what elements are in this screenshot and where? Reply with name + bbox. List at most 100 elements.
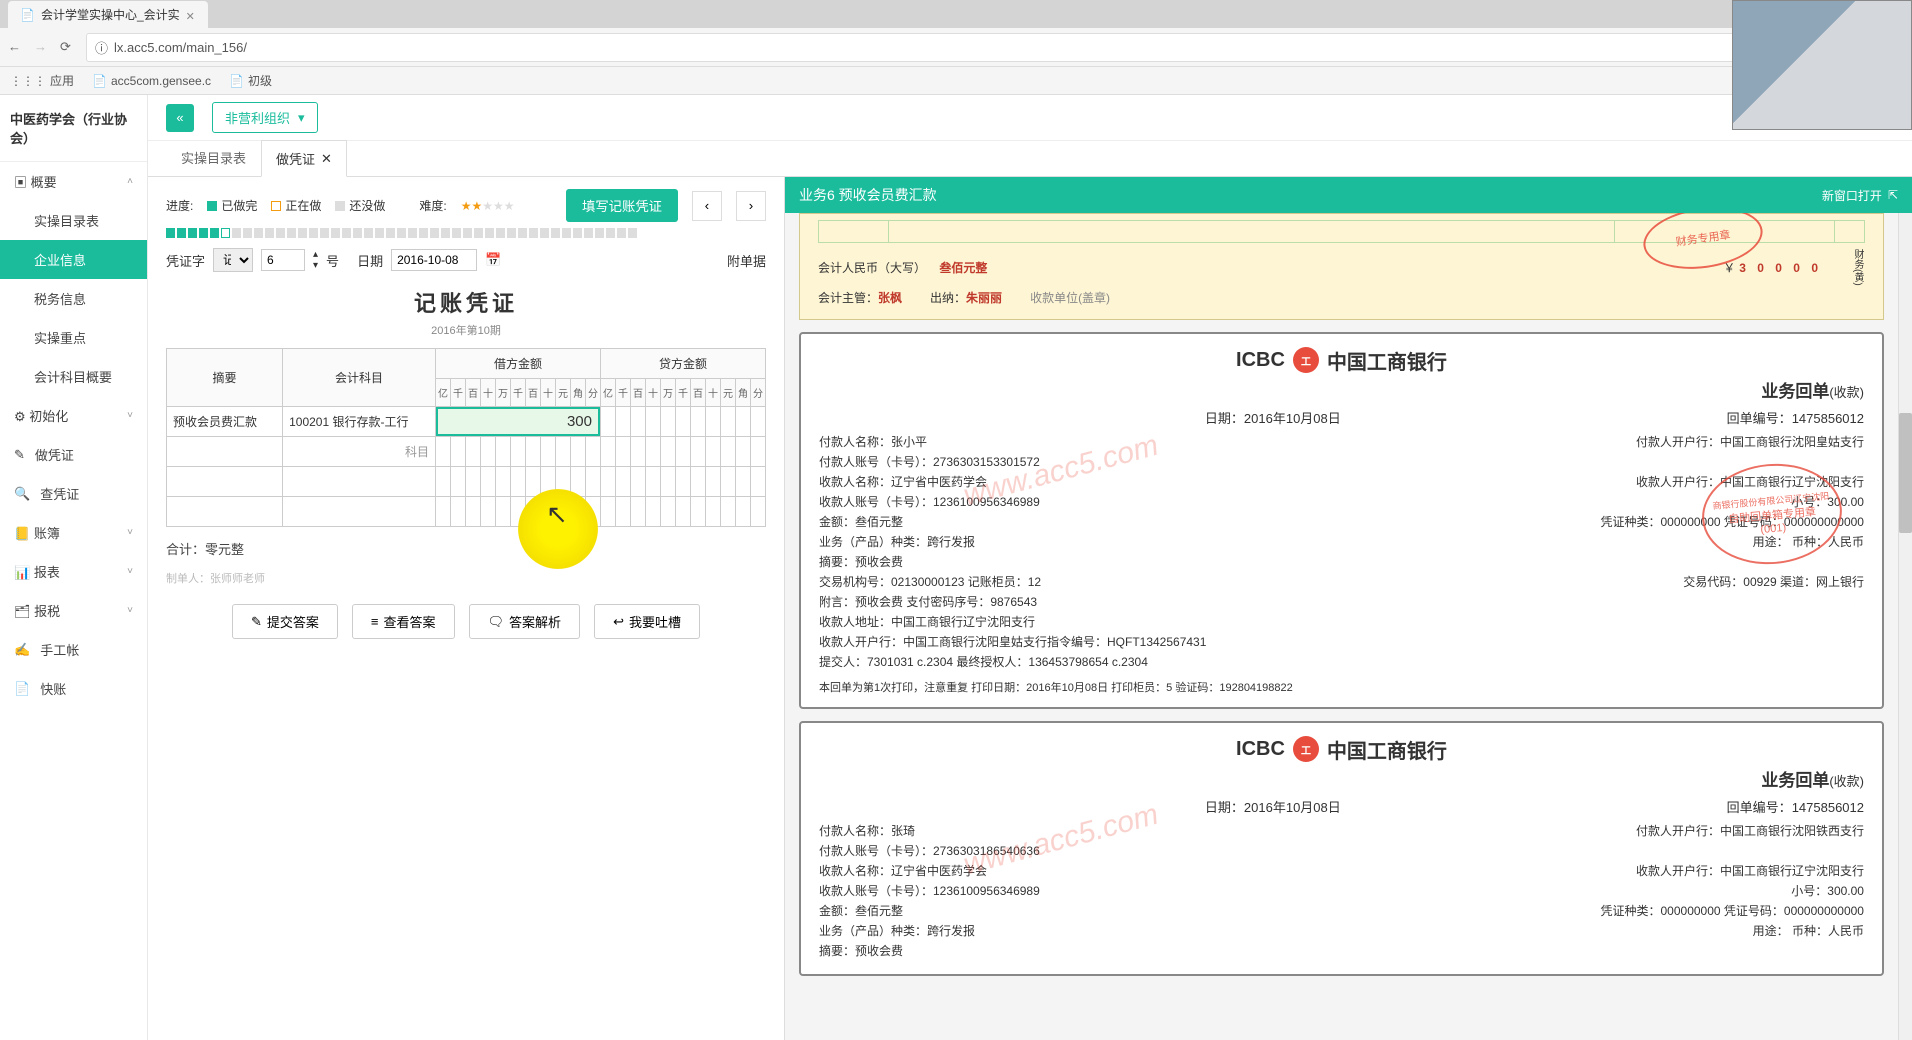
calendar-icon[interactable]: 📅 — [485, 252, 501, 268]
bookmark-1[interactable]: 📄 acc5com.gensee.c — [92, 74, 211, 88]
content-area: « 非营利组织▾ 张师师老师 (SVIP会员) 实操目录表 做凭证✕ 进度: 已… — [148, 95, 1912, 1040]
sidebar: 中医药学会（行业协会） ▣ 概要˄ 实操目录表 企业信息 税务信息 实操重点 会… — [0, 95, 148, 1040]
tab-title: 会计学堂实操中心_会计实 — [41, 6, 180, 23]
voucher-word-label: 凭证字 — [166, 251, 205, 270]
th-subject: 会计科目 — [283, 349, 436, 407]
sidebar-item-catalog[interactable]: 实操目录表 — [0, 201, 147, 240]
progress-bar[interactable] — [166, 228, 766, 238]
voucher-title: 记账凭证 — [166, 286, 766, 318]
date-label: 日期 — [357, 251, 383, 270]
legend-doing: 正在做 — [271, 197, 321, 214]
legend-todo: 还没做 — [335, 197, 385, 214]
main-app: 中医药学会（行业协会） ▣ 概要˄ 实操目录表 企业信息 税务信息 实操重点 会… — [0, 95, 1912, 1040]
difficulty-label: 难度: — [419, 197, 446, 214]
subject-cell[interactable]: 100201 银行存款-工行 — [283, 407, 436, 437]
icbc-logo-icon: 工 — [1293, 347, 1319, 373]
sidebar-item-overview[interactable]: ▣ 概要˄ — [0, 162, 147, 201]
voucher-row[interactable] — [167, 467, 766, 497]
num-suffix: 号 — [326, 251, 339, 270]
page-icon: 📄 — [20, 8, 35, 22]
webcam-overlay — [1732, 0, 1912, 130]
url-bar[interactable]: ⓘ lx.acc5.com/main_156/ — [86, 33, 1904, 62]
doc-title: 业务6 预收会员费汇款 — [799, 185, 937, 205]
org-type-dropdown[interactable]: 非营利组织▾ — [212, 102, 318, 133]
sidebar-item-manual[interactable]: ✍ 手工帐 — [0, 630, 147, 669]
difficulty-stars: ★★★★★ — [461, 199, 515, 213]
th-credit: 贷方金额 — [600, 349, 765, 379]
sidebar-title: 中医药学会（行业协会） — [0, 95, 147, 162]
sidebar-item-books[interactable]: 📒 账簿˅ — [0, 513, 147, 552]
analysis-button[interactable]: 🗨 答案解析 — [469, 604, 581, 639]
reload-icon[interactable]: ⟳ — [60, 39, 76, 55]
doc-scroll[interactable]: 会计人民币（大写） 叁佰元整 ￥3 0 0 0 0 财务(黄) 会计主管：张枫 … — [785, 213, 1898, 1040]
th-debit: 借方金额 — [435, 349, 600, 379]
voucher-panel: 进度: 已做完 正在做 还没做 难度: ★★★★★ 填写记账凭证 ‹ › 凭证字 — [148, 177, 784, 1040]
sidebar-item-init[interactable]: ⚙ 初始化˅ — [0, 396, 147, 435]
scrollbar-thumb[interactable] — [1899, 413, 1912, 533]
sidebar-item-reports[interactable]: 📊 报表˅ — [0, 552, 147, 591]
sidebar-item-company-info[interactable]: 企业信息 — [0, 240, 147, 279]
sidebar-item-make-voucher[interactable]: ✎ 做凭证 — [0, 435, 147, 474]
sidebar-item-search-voucher[interactable]: 🔍 查凭证 — [0, 474, 147, 513]
chevron-down-icon: ▾ — [298, 110, 305, 126]
top-bar: « 非营利组织▾ 张师师老师 (SVIP会员) — [148, 95, 1912, 141]
feedback-button[interactable]: ↩ 我要吐槽 — [594, 604, 700, 639]
voucher-row[interactable]: 科目 — [167, 437, 766, 467]
progress-label: 进度: — [166, 197, 193, 214]
browser-tab[interactable]: 📄 会计学堂实操中心_会计实 ✕ — [8, 1, 208, 28]
voucher-date-input[interactable] — [391, 249, 477, 271]
th-summary: 摘要 — [167, 349, 283, 407]
voucher-row[interactable] — [167, 497, 766, 527]
submit-button[interactable]: ✎ 提交答案 — [232, 604, 338, 639]
icbc-logo-icon: 工 — [1293, 736, 1319, 762]
voucher-period: 2016年第10期 — [166, 322, 766, 338]
bookmark-bar: ⋮⋮⋮ 应用 📄 acc5com.gensee.c 📄 初级 — [0, 67, 1912, 95]
nav-bar: ← → ⟳ ⓘ lx.acc5.com/main_156/ — [0, 28, 1912, 67]
tab-bar: 📄 会计学堂实操中心_会计实 ✕ — [0, 0, 1912, 28]
voucher-controls: 凭证字 记 ▴▾ 号 日期 📅 附单据 — [166, 248, 766, 272]
sidebar-item-quick[interactable]: 📄 快账 — [0, 669, 147, 708]
preparer: 制单人：张师师老师 — [166, 570, 766, 586]
tab-catalog[interactable]: 实操目录表 — [166, 139, 261, 176]
new-window-button[interactable]: 新窗口打开 ⇱ — [1822, 187, 1898, 204]
action-buttons: ✎ 提交答案 ≡ 查看答案 🗨 答案解析 ↩ 我要吐槽 — [166, 604, 766, 639]
side-label: 财务(黄) — [1850, 249, 1865, 286]
voucher-word-select[interactable]: 记 — [213, 248, 253, 272]
sidebar-item-keypoints[interactable]: 实操重点 — [0, 318, 147, 357]
next-button[interactable]: › — [736, 191, 766, 221]
voucher-num-input[interactable] — [261, 249, 305, 271]
prev-button[interactable]: ‹ — [692, 191, 722, 221]
apps-shortcut[interactable]: ⋮⋮⋮ 应用 — [10, 72, 74, 89]
chevron-up-icon: ˄ — [127, 176, 133, 187]
back-icon[interactable]: ← — [8, 39, 24, 55]
num-down[interactable]: ▾ — [313, 260, 318, 271]
debit-amount-input[interactable]: 300 — [436, 407, 600, 436]
legend-done: 已做完 — [207, 197, 257, 214]
summary-cell[interactable]: 预收会员费汇款 — [167, 407, 283, 437]
sidebar-item-tax[interactable]: 🗂 报税˅ — [0, 591, 147, 630]
subject-hint[interactable]: 科目 — [283, 437, 436, 467]
close-icon[interactable]: ✕ — [186, 10, 196, 20]
sidebar-toggle-button[interactable]: « — [166, 104, 194, 132]
document-panel: 业务6 预收会员费汇款 新窗口打开 ⇱ 会计人民币（大写） 叁佰元整 ￥3 0 … — [784, 177, 1912, 1040]
tab-strip: 实操目录表 做凭证✕ — [148, 141, 1912, 177]
voucher-table: 摘要 会计科目 借方金额 贷方金额 亿千百十万千百十元角分 亿千百十万千百十元角… — [166, 348, 766, 527]
view-answer-button[interactable]: ≡ 查看答案 — [352, 604, 455, 639]
close-icon[interactable]: ✕ — [321, 151, 332, 167]
tab-voucher[interactable]: 做凭证✕ — [261, 140, 347, 177]
chevron-down-icon: ˅ — [127, 527, 133, 538]
sidebar-item-subjects[interactable]: 会计科目概要 — [0, 357, 147, 396]
sidebar-item-tax-info[interactable]: 税务信息 — [0, 279, 147, 318]
voucher-total: 合计：零元整 — [166, 527, 766, 562]
url-text: lx.acc5.com/main_156/ — [114, 40, 247, 55]
fill-voucher-button[interactable]: 填写记账凭证 — [566, 189, 678, 222]
doc-header: 业务6 预收会员费汇款 新窗口打开 ⇱ — [785, 177, 1912, 213]
bookmark-2[interactable]: 📄 初级 — [229, 72, 272, 89]
num-up[interactable]: ▴ — [313, 249, 318, 260]
chevron-down-icon: ˅ — [127, 410, 133, 421]
forward-icon[interactable]: → — [34, 39, 50, 55]
bank-slip-2: ICBC工中国工商银行 业务回单(收款) 日期：2016年10月08日 回单编号… — [799, 721, 1884, 976]
voucher-row[interactable]: 预收会员费汇款 100201 银行存款-工行 300 — [167, 407, 766, 437]
browser-chrome: 📄 会计学堂实操中心_会计实 ✕ ← → ⟳ ⓘ lx.acc5.com/mai… — [0, 0, 1912, 67]
scrollbar[interactable] — [1898, 213, 1912, 1040]
